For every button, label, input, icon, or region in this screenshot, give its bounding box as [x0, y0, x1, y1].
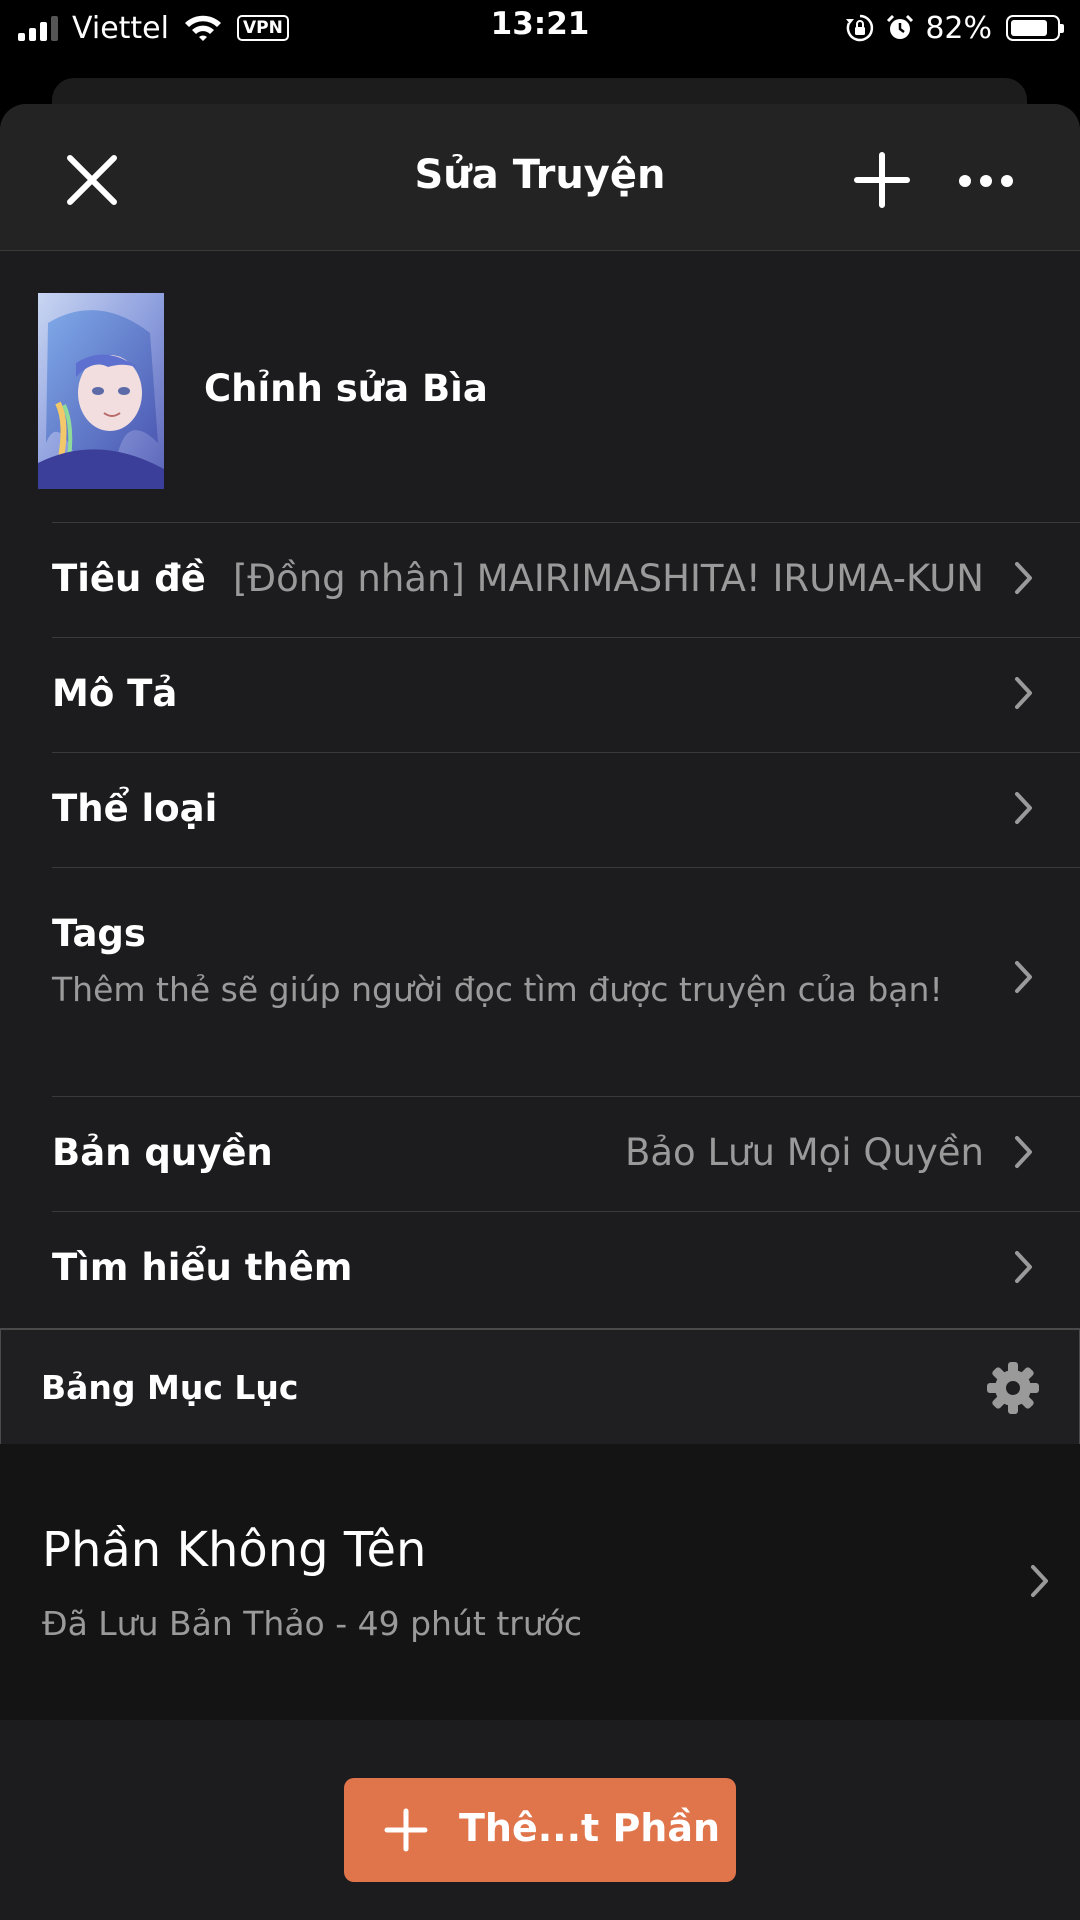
copyright-label: Bản quyền	[52, 1131, 273, 1174]
orientation-lock-icon	[846, 14, 874, 42]
description-row[interactable]: Mô Tả	[52, 637, 1080, 752]
cover-image	[38, 293, 164, 489]
edit-story-sheet: Sửa Truyện Chỉnh sửa Bìa Tiêu đề [Đồng n…	[0, 104, 1080, 1920]
tags-label: Tags	[52, 912, 146, 955]
tags-row[interactable]: Tags Thêm thẻ sẽ giúp người đọc tìm được…	[52, 867, 1080, 1096]
add-part-label: Thê...t Phần	[459, 1806, 721, 1850]
copyright-value: Bảo Lưu Mọi Quyền	[624, 1131, 984, 1174]
gear-icon[interactable]	[985, 1360, 1041, 1416]
chevron-right-icon	[1015, 961, 1032, 993]
copyright-row[interactable]: Bản quyền Bảo Lưu Mọi Quyền	[52, 1096, 1080, 1211]
tags-hint: Thêm thẻ sẽ giúp người đọc tìm được truy…	[52, 970, 943, 1009]
title-row[interactable]: Tiêu đề [Đồng nhân] MAIRIMASHITA! IRUMA-…	[52, 522, 1080, 637]
chevron-right-icon	[1015, 1251, 1032, 1283]
alarm-icon	[887, 14, 914, 39]
page-title: Sửa Truyện	[414, 152, 666, 198]
chevron-right-icon	[1015, 792, 1032, 824]
plus-icon	[384, 1808, 428, 1852]
part-status: Đã Lưu Bản Thảo - 49 phút trước	[42, 1604, 583, 1643]
table-of-contents-label: Bảng Mục Lục	[41, 1368, 299, 1407]
navigation-bar: Sửa Truyện	[0, 104, 1080, 251]
edit-cover-label: Chỉnh sửa Bìa	[204, 367, 488, 410]
part-title: Phần Không Tên	[42, 1522, 427, 1578]
chevron-right-icon	[1031, 1565, 1048, 1597]
bottom-bar: Thê...t Phần	[0, 1720, 1080, 1920]
battery-percent: 82%	[925, 10, 992, 46]
more-icon[interactable]	[958, 174, 1014, 188]
chevron-right-icon	[1015, 1136, 1032, 1168]
edit-cover-row[interactable]: Chỉnh sửa Bìa	[0, 251, 1080, 489]
status-bar: Viettel VPN 13:21 82%	[0, 0, 1080, 60]
title-value: [Đồng nhân] MAIRIMASHITA! IRUMA-KUN	[232, 557, 984, 600]
description-label: Mô Tả	[52, 672, 178, 715]
learn-more-row[interactable]: Tìm hiểu thêm	[52, 1211, 1080, 1328]
table-of-contents-header: Bảng Mục Lục	[0, 1328, 1080, 1446]
add-part-button[interactable]: Thê...t Phần	[344, 1778, 736, 1882]
part-item[interactable]: Phần Không Tên Đã Lưu Bản Thảo - 49 phút…	[0, 1444, 1080, 1720]
learn-more-label: Tìm hiểu thêm	[52, 1246, 353, 1289]
genre-row[interactable]: Thể loại	[52, 752, 1080, 867]
chevron-right-icon	[1015, 562, 1032, 594]
battery-icon	[1006, 15, 1064, 41]
title-label: Tiêu đề	[52, 557, 206, 600]
chevron-right-icon	[1015, 677, 1032, 709]
genre-label: Thể loại	[52, 787, 218, 830]
plus-icon[interactable]	[854, 152, 910, 208]
